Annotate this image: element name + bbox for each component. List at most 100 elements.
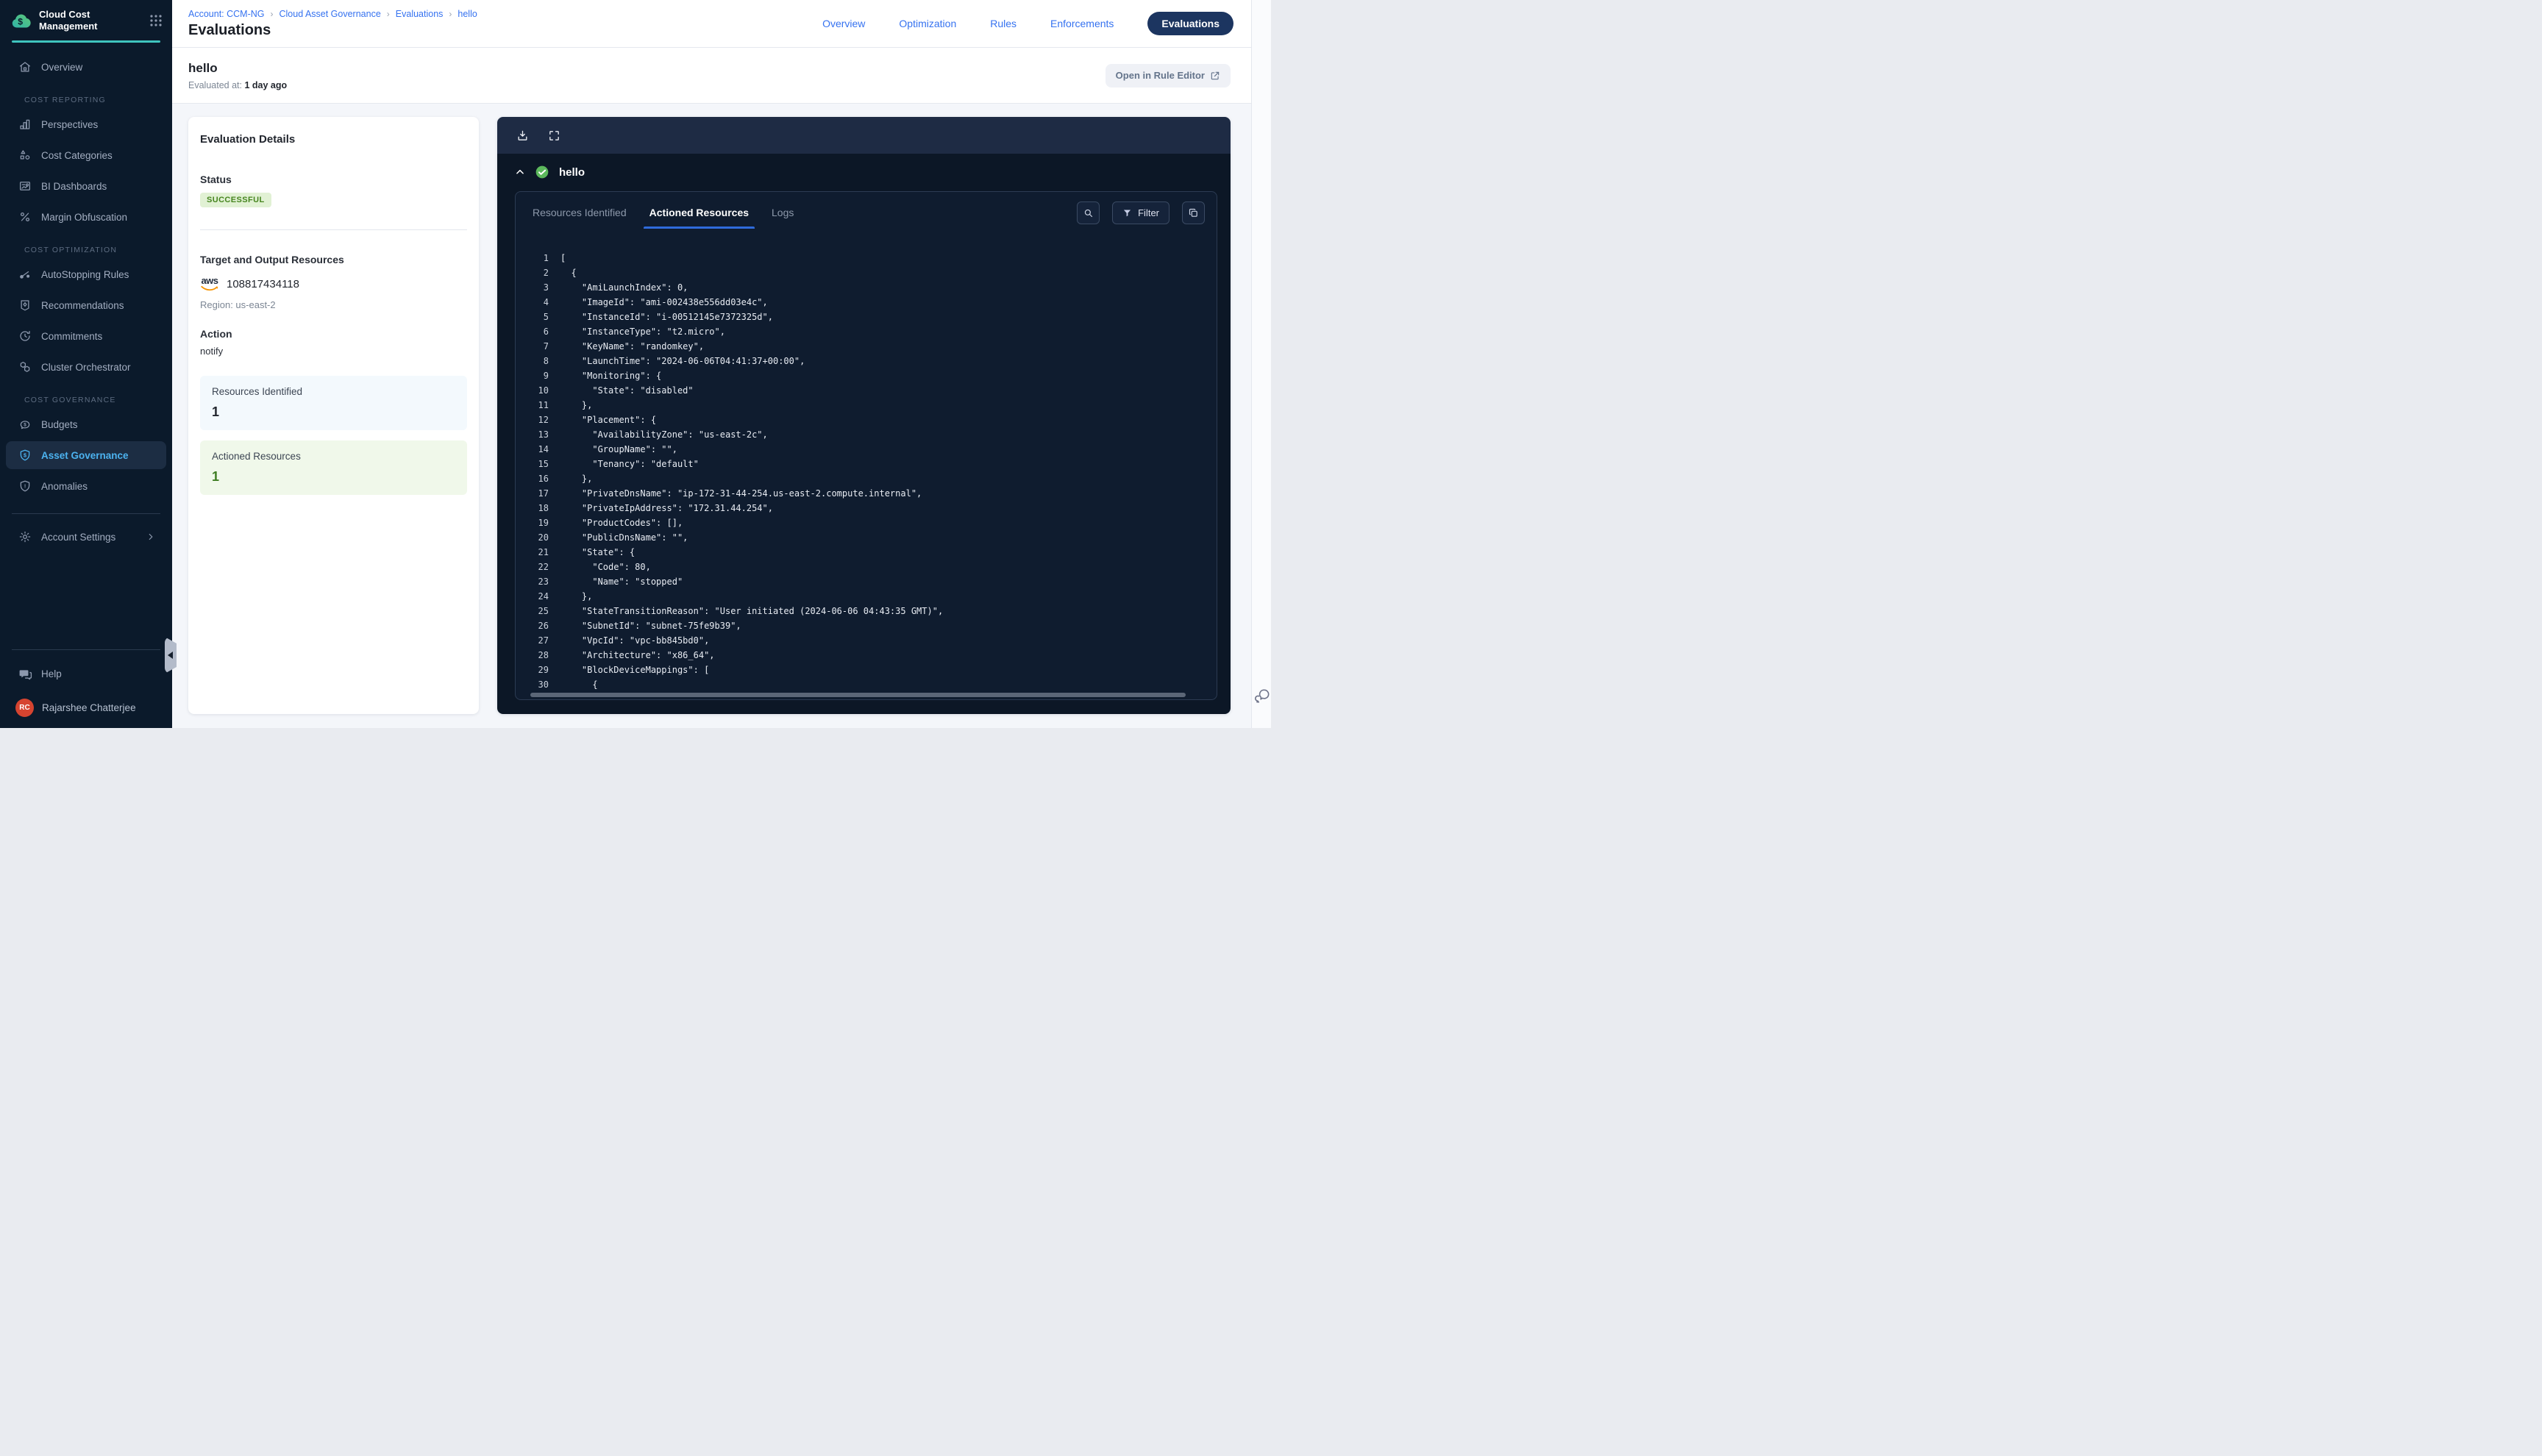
support-chat-icon[interactable]	[1254, 688, 1271, 704]
nav-link-rules[interactable]: Rules	[990, 18, 1017, 29]
sidebar-item-recommendations[interactable]: Recommendations	[6, 291, 166, 319]
sidebar-item-label: Overview	[41, 62, 82, 73]
sidebar-user[interactable]: RC Rajarshee Chatterjee	[6, 691, 166, 724]
bar-chart-icon	[18, 118, 32, 131]
line-content: "PublicDnsName": "",	[560, 530, 688, 545]
user-avatar: RC	[15, 699, 34, 717]
line-number: 14	[529, 442, 549, 457]
evaluation-details-card: Evaluation Details Status SUCCESSFUL Tar…	[188, 117, 479, 714]
line-content: "Tenancy": "default"	[560, 457, 699, 471]
aws-smile-icon	[200, 285, 219, 292]
line-number: 4	[529, 295, 549, 310]
line-number: 6	[529, 324, 549, 339]
sidebar-item-label: Cluster Orchestrator	[41, 362, 131, 373]
sidebar-item-bi-dashboards[interactable]: BI Dashboards	[6, 172, 166, 200]
line-number: 7	[529, 339, 549, 354]
line-number: 24	[529, 589, 549, 604]
chevron-up-icon[interactable]	[515, 167, 525, 177]
gear-icon	[18, 530, 32, 543]
line-content: "SubnetId": "subnet-75fe9b39",	[560, 618, 741, 633]
line-content: "State": {	[560, 545, 635, 560]
line-content: "LaunchTime": "2024-06-06T04:41:37+00:00…	[560, 354, 805, 368]
line-number: 11	[529, 398, 549, 413]
sidebar-item-anomalies[interactable]: !Anomalies	[6, 472, 166, 500]
action-value: notify	[200, 346, 467, 357]
code-line: 21 "State": {	[529, 545, 1209, 560]
code-line: 2 {	[529, 265, 1209, 280]
code-line: 24 },	[529, 589, 1209, 604]
sidebar-item-budgets[interactable]: $Budgets	[6, 410, 166, 438]
aws-logo-text: aws	[201, 276, 218, 285]
sidebar-item-perspectives[interactable]: Perspectives	[6, 110, 166, 138]
code-line: 15 "Tenancy": "default"	[529, 457, 1209, 471]
code-editor[interactable]: 1[2 {3 "AmiLaunchIndex": 0,4 "ImageId": …	[516, 229, 1217, 699]
sidebar-section-cost-optimization: COST OPTIMIZATION	[24, 246, 166, 254]
right-gutter	[1251, 0, 1271, 728]
line-content: },	[560, 398, 592, 413]
sidebar-spacer	[0, 551, 172, 639]
line-content: "Code": 80,	[560, 560, 651, 574]
sidebar-item-cost-categories[interactable]: Cost Categories	[6, 141, 166, 169]
sidebar: $ Cloud Cost Management OverviewCOST REP…	[0, 0, 172, 728]
line-number: 30	[529, 677, 549, 692]
sidebar-divider-bottom	[12, 649, 160, 650]
sidebar-item-label: Cost Categories	[41, 150, 113, 161]
line-content: {	[560, 265, 577, 280]
copy-button[interactable]	[1182, 201, 1205, 224]
sidebar-item-asset-governance[interactable]: $Asset Governance	[6, 441, 166, 469]
nav-link-overview[interactable]: Overview	[822, 18, 865, 29]
action-label: Action	[200, 328, 467, 340]
line-number: 1	[529, 251, 549, 265]
aws-logo-icon: aws	[200, 276, 219, 292]
breadcrumb-cloud-asset-governance[interactable]: Cloud Asset Governance	[265, 9, 381, 19]
open-in-rule-editor-button[interactable]: Open in Rule Editor	[1106, 64, 1231, 88]
search-icon	[1083, 207, 1094, 218]
line-number: 17	[529, 486, 549, 501]
breadcrumb-account-ccm-ng[interactable]: Account: CCM-NG	[188, 9, 265, 19]
code-line: 5 "InstanceId": "i-00512145e7372325d",	[529, 310, 1209, 324]
svg-text:$: $	[18, 16, 23, 26]
tabs-row: Resources Identified Actioned Resources Lo…	[516, 192, 1217, 229]
nav-link-enforcements[interactable]: Enforcements	[1050, 18, 1114, 29]
sidebar-item-label: AutoStopping Rules	[41, 269, 129, 280]
shield-alert-icon: !	[18, 479, 32, 493]
code-line: 23 "Name": "stopped"	[529, 574, 1209, 589]
horizontal-scrollbar[interactable]	[530, 693, 1186, 697]
line-number: 16	[529, 471, 549, 486]
breadcrumb-evaluations[interactable]: Evaluations	[381, 9, 444, 19]
sidebar-item-overview[interactable]: Overview	[6, 53, 166, 81]
download-icon[interactable]	[516, 129, 529, 142]
code-line: 28 "Architecture": "x86_64",	[529, 648, 1209, 663]
details-divider	[200, 229, 467, 230]
breadcrumb-hello[interactable]: hello	[443, 9, 477, 19]
filter-button[interactable]: Filter	[1112, 201, 1169, 224]
piggy-icon: $	[18, 418, 32, 431]
tab-resources-identified[interactable]: Resources Identified	[530, 196, 629, 229]
sidebar-item-commitments[interactable]: Commitments	[6, 322, 166, 350]
code-line: 9 "Monitoring": {	[529, 368, 1209, 383]
svg-text:$: $	[24, 423, 26, 428]
stat-box-resources-identified: Resources Identified 1	[200, 376, 467, 430]
nav-link-evaluations[interactable]: Evaluations	[1147, 12, 1233, 35]
sidebar-item-account-settings[interactable]: Account Settings	[6, 523, 166, 551]
code-line: 11 },	[529, 398, 1209, 413]
sidebar-item-label: Asset Governance	[41, 450, 129, 461]
line-content: "PrivateIpAddress": "172.31.44.254",	[560, 501, 773, 515]
stat-label: Resources Identified	[212, 386, 455, 397]
tab-logs[interactable]: Logs	[769, 196, 796, 229]
sidebar-item-help[interactable]: ? Help	[6, 660, 166, 687]
status-label: Status	[200, 174, 467, 185]
line-number: 8	[529, 354, 549, 368]
module-grid-icon[interactable]	[149, 13, 163, 28]
code-line: 7 "KeyName": "randomkey",	[529, 339, 1209, 354]
fullscreen-icon[interactable]	[548, 129, 560, 142]
evaluation-header-left: hello Evaluated at: 1 day ago	[188, 61, 287, 90]
tab-actioned-resources[interactable]: Actioned Resources	[647, 196, 751, 229]
sidebar-item-cluster-orchestrator[interactable]: Cluster Orchestrator	[6, 353, 166, 381]
sidebar-item-autostopping-rules[interactable]: AutoStopping Rules	[6, 260, 166, 288]
sidebar-item-margin-obfuscation[interactable]: Margin Obfuscation	[6, 203, 166, 231]
aws-account-row: aws 108817434118	[200, 276, 467, 292]
search-button[interactable]	[1077, 201, 1100, 224]
details-title: Evaluation Details	[200, 133, 467, 146]
nav-link-optimization[interactable]: Optimization	[899, 18, 956, 29]
